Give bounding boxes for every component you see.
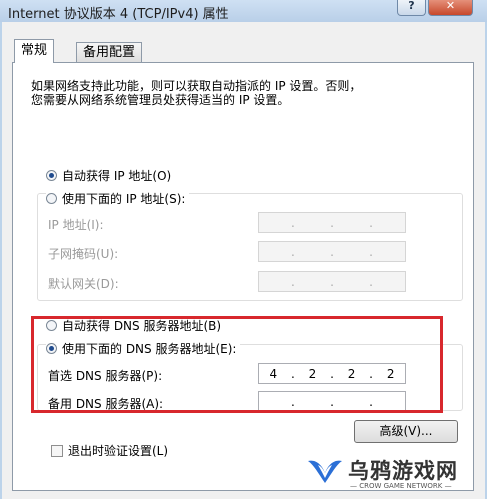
validate-on-exit-option[interactable]: 退出时验证设置(L): [51, 442, 168, 459]
auto-ip-radio[interactable]: [46, 170, 57, 181]
auto-ip-option[interactable]: 自动获得 IP 地址(O): [46, 167, 171, 184]
description-line-1: 如果网络支持此功能，则可以获取自动指派的 IP 设置。否则，: [31, 79, 362, 93]
description-line-2: 您需要从网络系统管理员处获得适当的 IP 设置。: [31, 93, 290, 107]
gateway-field[interactable]: . . .: [258, 271, 406, 292]
validate-on-exit-checkbox[interactable]: [51, 444, 63, 457]
advanced-button[interactable]: 高级(V)...: [354, 420, 458, 443]
watermark-title: 乌鸦游戏网: [348, 459, 458, 483]
title-bar[interactable]: Internet 协议版本 4 (TCP/IPv4) 属性 ? ✕: [0, 0, 487, 22]
watermark-subtitle: — CROW GAME NETWORK —: [350, 482, 452, 490]
crow-logo-icon: [308, 460, 342, 483]
validate-on-exit-label: 退出时验证设置(L): [68, 444, 169, 458]
description-text: 如果网络支持此功能，则可以获取自动指派的 IP 设置。否则， 您需要从网络系统管…: [31, 79, 461, 107]
close-button[interactable]: ✕: [428, 0, 473, 16]
manual-ip-label: 使用下面的 IP 地址(S):: [62, 192, 186, 206]
help-button[interactable]: ?: [397, 0, 426, 16]
subnet-mask-field[interactable]: . . .: [258, 241, 406, 262]
ip-address-field[interactable]: . . .: [258, 212, 406, 233]
window-title: Internet 协议版本 4 (TCP/IPv4) 属性: [8, 7, 229, 22]
subnet-mask-label: 子网掩码(U):: [48, 247, 119, 261]
tab-general[interactable]: 常规: [14, 39, 55, 63]
ip-address-label: IP 地址(I):: [48, 218, 104, 232]
manual-ip-option[interactable]: 使用下面的 IP 地址(S):: [46, 190, 190, 207]
auto-ip-label: 自动获得 IP 地址(O): [62, 169, 172, 183]
watermark: 乌鸦游戏网 — CROW GAME NETWORK —: [306, 451, 476, 495]
dns-highlight-box: [31, 316, 443, 413]
tab-alternate-configuration[interactable]: 备用配置: [76, 42, 143, 63]
manual-ip-radio[interactable]: [46, 193, 57, 204]
gateway-label: 默认网关(D):: [48, 277, 119, 291]
